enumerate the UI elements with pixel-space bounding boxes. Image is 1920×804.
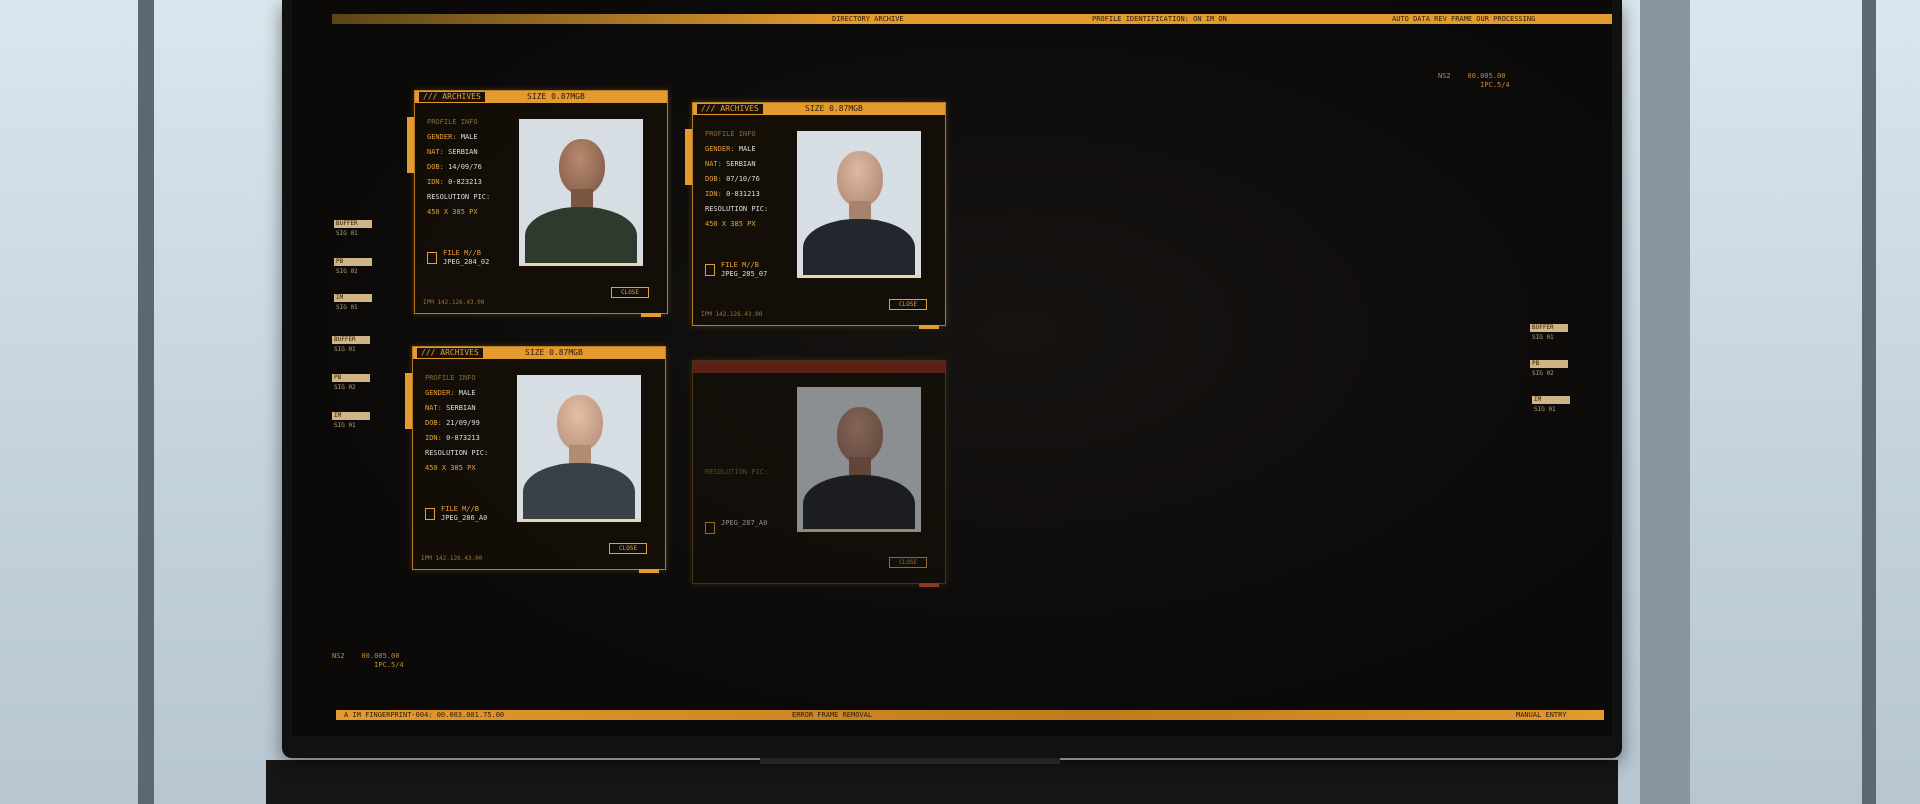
card-header: /// ARCHIVES SIZE 0.87MGB <box>693 103 945 115</box>
bottom-bar-text-mid: ERROR FRAME REMOVAL <box>792 711 873 719</box>
close-button[interactable]: CLOSE <box>889 557 927 568</box>
file-icon <box>427 252 437 264</box>
card-side-tab <box>405 373 412 429</box>
bottom-bar-text-left: A IM FINGERPRINT-004: 00.003.001.75.00 <box>344 711 505 719</box>
profile-info: PROFILE INFO GENDER: MALE NAT: SERBIAN D… <box>425 374 489 472</box>
lower-monitor <box>266 760 1618 804</box>
side-tag[interactable]: IM SIG 01 <box>334 294 372 311</box>
close-button[interactable]: CLOSE <box>889 299 927 310</box>
top-bar-text-mid: PROFILE IDENTIFICATION: ON IM ON <box>1092 15 1227 23</box>
bottom-status-bar: A IM FINGERPRINT-004: 00.003.001.75.00 E… <box>336 710 1604 720</box>
card-side-tab <box>685 129 692 185</box>
file-icon <box>705 264 715 276</box>
profile-info: PROFILE INFO GENDER: MALE NAT: SERBIAN D… <box>427 118 491 216</box>
side-tag[interactable]: PB SIG 02 <box>332 374 370 391</box>
bottom-bar-text-right: MANUAL ENTRY <box>1516 711 1567 719</box>
file-info: FILE M//B JPEG_286_A0 <box>441 505 488 522</box>
ipm-readout: IPM 142.126.43.00 <box>701 311 763 318</box>
profile-card-loading[interactable]: RESOLUTION PIC: JPEG_287_A0 CLOSE <box>692 360 946 587</box>
window-mullion <box>1862 0 1876 804</box>
card-corner-mark <box>639 569 659 573</box>
profile-photo <box>797 131 921 278</box>
side-tag[interactable]: IM SIG 01 <box>332 412 370 429</box>
monitor: DIRECTORY ARCHIVE PROFILE IDENTIFICATION… <box>282 0 1622 758</box>
screen: DIRECTORY ARCHIVE PROFILE IDENTIFICATION… <box>292 0 1612 736</box>
file-info: FILE M//B JPEG_285_07 <box>721 261 768 278</box>
profile-info: PROFILE INFO GENDER: MALE NAT: SERBIAN D… <box>705 130 769 228</box>
card-header <box>693 361 945 373</box>
top-bar-text-left: DIRECTORY ARCHIVE <box>832 15 904 23</box>
side-tag[interactable]: IM SIG 01 <box>1532 396 1570 413</box>
close-button[interactable]: CLOSE <box>611 287 649 298</box>
profile-card[interactable]: /// ARCHIVES SIZE 0.87MGB PROFILE INFO G… <box>407 90 668 317</box>
file-info: FILE M//B JPEG_284_02 <box>443 249 490 266</box>
file-icon <box>425 508 435 520</box>
profile-photo <box>517 375 641 522</box>
window-mullion <box>138 0 154 804</box>
card-side-tab <box>407 117 414 173</box>
side-tag[interactable]: PB SIG 02 <box>334 258 372 275</box>
file-info: JPEG_287_A0 <box>721 519 768 527</box>
profile-photo <box>519 119 643 266</box>
side-tag[interactable]: PB SIG 02 <box>1530 360 1568 377</box>
profile-info: RESOLUTION PIC: <box>705 468 769 476</box>
bottom-left-readout: NS2 00.005.00 IPC.5/4 <box>332 652 404 669</box>
card-corner-mark <box>641 313 661 317</box>
side-tag[interactable]: BUFFER SIG 01 <box>332 336 370 353</box>
window-mullion <box>1640 0 1690 804</box>
card-header: /// ARCHIVES SIZE 0.87MGB <box>415 91 667 103</box>
top-bar-text-right: AUTO DATA REV FRAME OUR PROCESSING <box>1392 15 1536 23</box>
close-button[interactable]: CLOSE <box>609 543 647 554</box>
card-header: /// ARCHIVES SIZE 0.87MGB <box>413 347 665 359</box>
side-tag[interactable]: BUFFER SIG 01 <box>1530 324 1568 341</box>
top-right-readout: NS2 00.005.00 IPC.5/4 <box>1438 72 1510 89</box>
profile-card[interactable]: /// ARCHIVES SIZE 0.87MGB PROFILE INFO G… <box>685 102 946 329</box>
top-status-bar: DIRECTORY ARCHIVE PROFILE IDENTIFICATION… <box>332 14 1612 24</box>
profile-card[interactable]: /// ARCHIVES SIZE 0.87MGB PROFILE INFO G… <box>405 346 666 573</box>
card-corner-mark <box>919 583 939 587</box>
profile-photo <box>797 387 921 532</box>
ipm-readout: IPM 142.126.43.00 <box>423 299 485 306</box>
file-icon <box>705 522 715 534</box>
card-corner-mark <box>919 325 939 329</box>
side-tag[interactable]: BUFFER SIG 01 <box>334 220 372 237</box>
ipm-readout: IPM 142.126.43.00 <box>421 555 483 562</box>
